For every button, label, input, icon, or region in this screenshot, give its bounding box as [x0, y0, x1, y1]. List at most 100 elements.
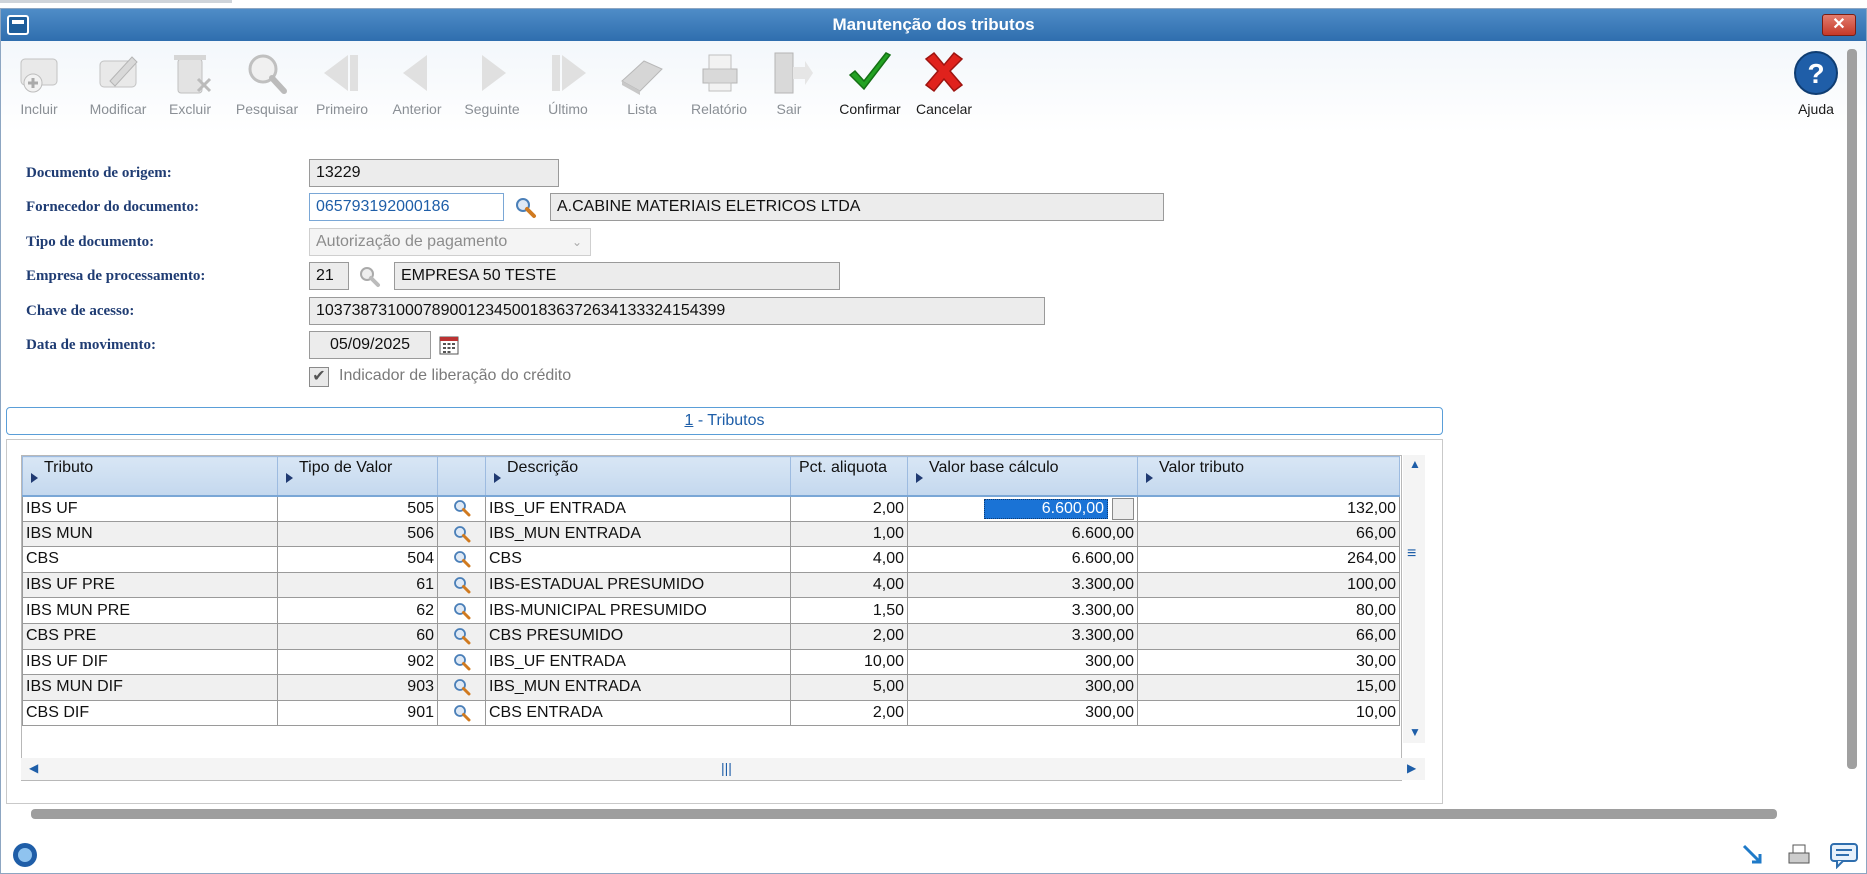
cell-lookup[interactable]	[437, 520, 486, 548]
ultimo-button[interactable]: Último	[530, 47, 606, 117]
table-row[interactable]: IBS MUN 506 IBS_MUN ENTRADA 1,00 6.600,00 66,…	[22, 520, 1400, 548]
col-descricao-header[interactable]: Descrição	[485, 456, 791, 497]
cell-valor-tributo[interactable]: 132,00	[1137, 495, 1400, 522]
cell-descricao[interactable]: IBS_UF ENTRADA	[485, 495, 791, 522]
incluir-button[interactable]: Incluir	[1, 47, 77, 117]
cell-valor-base[interactable]: 3.300,00	[907, 597, 1138, 624]
cell-lookup[interactable]	[437, 495, 486, 522]
cell-pct-aliquota[interactable]: 2,00	[790, 699, 908, 727]
cell-pct-aliquota[interactable]: 5,00	[790, 674, 908, 701]
documento-origem-field[interactable]: 13229	[309, 159, 559, 187]
fornecedor-code-field[interactable]: 065793192000186	[309, 193, 504, 221]
cell-valor-tributo[interactable]: 66,00	[1137, 520, 1400, 548]
cell-descricao[interactable]: IBS_MUN ENTRADA	[485, 520, 791, 548]
cell-descricao[interactable]: IBS-MUNICIPAL PRESUMIDO	[485, 597, 791, 624]
cell-lookup[interactable]	[437, 597, 486, 624]
cell-valor-tributo[interactable]: 100,00	[1137, 571, 1400, 599]
calendar-icon[interactable]	[439, 335, 459, 355]
excluir-button[interactable]: Excluir	[152, 47, 228, 117]
empresa-code-field[interactable]: 21	[309, 262, 349, 290]
window-horizontal-scrollbar[interactable]	[31, 809, 1777, 819]
col-tributo-header[interactable]: Tributo	[22, 456, 278, 497]
cell-tributo[interactable]: CBS DIF	[22, 699, 278, 727]
lookup-search-icon[interactable]	[453, 602, 471, 620]
cell-tipo-valor[interactable]: 903	[277, 674, 438, 701]
window-vertical-scrollbar[interactable]	[1847, 49, 1857, 769]
table-row[interactable]: IBS UF 505 IBS_UF ENTRADA 2,00 6.600,00 132,0…	[22, 495, 1400, 522]
cell-valor-tributo[interactable]: 10,00	[1137, 699, 1400, 727]
cell-tributo[interactable]: IBS UF DIF	[22, 648, 278, 676]
cell-lookup[interactable]	[437, 674, 486, 701]
cell-tipo-valor[interactable]: 901	[277, 699, 438, 727]
cell-valor-base[interactable]: 6.600,00	[907, 520, 1138, 548]
app-icon[interactable]	[7, 15, 29, 35]
cell-valor-tributo[interactable]: 66,00	[1137, 622, 1400, 650]
cell-tributo[interactable]: IBS UF	[22, 495, 278, 522]
col-pct-aliquota-header[interactable]: Pct. aliquota	[790, 456, 908, 497]
cell-tributo[interactable]: IBS MUN	[22, 520, 278, 548]
table-row[interactable]: IBS MUN DIF 903 IBS_MUN ENTRADA 5,00 300,00 1…	[22, 674, 1400, 701]
cell-lookup[interactable]	[437, 622, 486, 650]
lookup-search-icon[interactable]	[453, 576, 471, 594]
calculator-button[interactable]	[1112, 497, 1134, 520]
cell-descricao[interactable]: CBS PRESUMIDO	[485, 622, 791, 650]
cell-lookup[interactable]	[437, 571, 486, 599]
cell-valor-base[interactable]: 6.600,00	[907, 546, 1138, 573]
lookup-search-icon[interactable]	[453, 499, 471, 517]
cell-pct-aliquota[interactable]: 1,00	[790, 520, 908, 548]
grid-vertical-scrollbar[interactable]: ▲ ≡ ▼	[1403, 455, 1425, 743]
cell-tipo-valor[interactable]: 61	[277, 571, 438, 599]
cell-tipo-valor[interactable]: 902	[277, 648, 438, 676]
cell-descricao[interactable]: CBS	[485, 546, 791, 573]
scroll-left-icon[interactable]: ◀	[29, 761, 38, 775]
lookup-search-icon[interactable]	[453, 627, 471, 645]
cell-tributo[interactable]: IBS MUN DIF	[22, 674, 278, 701]
cell-valor-tributo[interactable]: 15,00	[1137, 674, 1400, 701]
cell-valor-base[interactable]: 300,00	[907, 648, 1138, 676]
cell-valor-base[interactable]: 3.300,00	[907, 622, 1138, 650]
scroll-up-icon[interactable]: ▲	[1409, 457, 1421, 471]
lookup-search-icon[interactable]	[453, 653, 471, 671]
scroll-right-icon[interactable]: ▶	[1407, 761, 1416, 775]
table-row[interactable]: CBS 504 CBS 4,00 6.600,00 264,00	[22, 546, 1400, 573]
cell-tipo-valor[interactable]: 60	[277, 622, 438, 650]
resize-icon[interactable]	[1739, 841, 1765, 867]
cell-valor-base[interactable]: 300,00	[907, 699, 1138, 727]
primeiro-button[interactable]: Primeiro	[304, 47, 380, 117]
status-globe-icon[interactable]	[11, 841, 39, 869]
cell-descricao[interactable]: IBS_MUN ENTRADA	[485, 674, 791, 701]
table-row[interactable]: IBS UF PRE 61 IBS-ESTADUAL PRESUMIDO 4,00 3.…	[22, 571, 1400, 599]
col-valor-base-header[interactable]: Valor base cálculo	[907, 456, 1138, 497]
cell-pct-aliquota[interactable]: 2,00	[790, 622, 908, 650]
table-row[interactable]: IBS UF DIF 902 IBS_UF ENTRADA 10,00 300,00 30…	[22, 648, 1400, 676]
cell-pct-aliquota[interactable]: 10,00	[790, 648, 908, 676]
cell-lookup[interactable]	[437, 648, 486, 676]
col-icon-header[interactable]	[437, 456, 486, 497]
cell-valor-base[interactable]: 3.300,00	[907, 571, 1138, 599]
scroll-down-icon[interactable]: ▼	[1409, 725, 1421, 739]
printer-status-icon[interactable]	[1785, 841, 1813, 869]
data-movimento-field[interactable]: 05/09/2025	[309, 331, 431, 359]
cell-tributo[interactable]: CBS PRE	[22, 622, 278, 650]
modificar-button[interactable]: Modificar	[80, 47, 156, 117]
cell-tributo[interactable]: IBS UF PRE	[22, 571, 278, 599]
pesquisar-button[interactable]: Pesquisar	[229, 47, 305, 117]
scroll-thumb-icon[interactable]: ≡	[1407, 545, 1416, 563]
cell-pct-aliquota[interactable]: 1,50	[790, 597, 908, 624]
fornecedor-search-icon[interactable]	[513, 195, 539, 221]
lookup-search-icon[interactable]	[453, 704, 471, 722]
cancelar-button[interactable]: Cancelar	[906, 47, 982, 117]
cell-valor-base-editing[interactable]: 6.600,00	[907, 495, 1138, 522]
confirmar-button[interactable]: Confirmar	[832, 47, 908, 117]
cell-pct-aliquota[interactable]: 4,00	[790, 546, 908, 573]
cell-descricao[interactable]: CBS ENTRADA	[485, 699, 791, 727]
lookup-search-icon[interactable]	[453, 550, 471, 568]
cell-descricao[interactable]: IBS-ESTADUAL PRESUMIDO	[485, 571, 791, 599]
grid-horizontal-scrollbar[interactable]: ◀ ||| ▶	[21, 758, 1425, 780]
valor-base-input[interactable]: 6.600,00	[984, 498, 1108, 519]
indicador-checkbox[interactable]: ✔	[309, 367, 329, 387]
cell-tributo[interactable]: CBS	[22, 546, 278, 573]
cell-descricao[interactable]: IBS_UF ENTRADA	[485, 648, 791, 676]
cell-pct-aliquota[interactable]: 4,00	[790, 571, 908, 599]
lista-button[interactable]: Lista	[604, 47, 680, 117]
